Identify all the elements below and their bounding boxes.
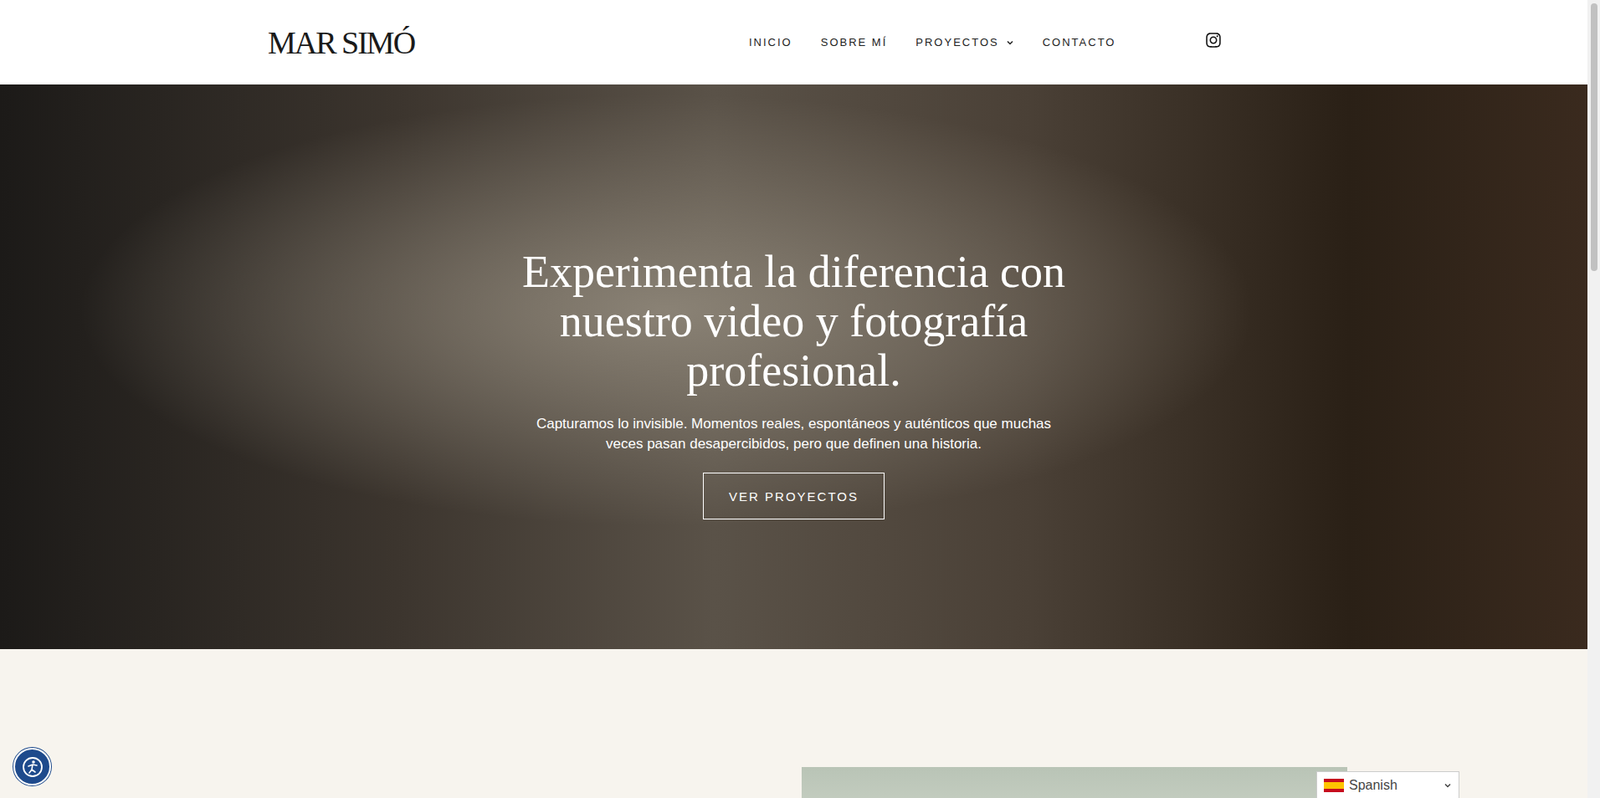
hero-subtitle: Capturamos lo invisible. Momentos reales…: [536, 414, 1052, 455]
hero-title: Experimenta la diferencia connuestro vid…: [522, 247, 1066, 396]
site-header: MAR SIMÓINICIO SOBRE MÍ PROYECTOS CONTACTO: [0, 0, 1588, 85]
scrollbar[interactable]: [1587, 0, 1600, 798]
spain-flag-icon: [1323, 779, 1344, 793]
chevron-down-icon: [1005, 38, 1015, 47]
logo[interactable]: MAR SIMÓ: [267, 24, 749, 62]
chevron-down-icon: [1443, 781, 1452, 790]
instagram-link[interactable]: [1205, 31, 1222, 49]
photo: [801, 767, 1348, 798]
nav-item[interactable]: INICIO: [748, 35, 793, 49]
scrollbar-thumb[interactable]: [1590, 3, 1598, 272]
nav-item[interactable]: CONTACTO: [1042, 35, 1117, 49]
instagram-icon: [1205, 31, 1222, 49]
accessibility-icon: [20, 755, 45, 780]
content-row: [240, 767, 1348, 798]
page: MAR SIMÓINICIO SOBRE MÍ PROYECTOS CONTACTO E…: [0, 0, 1600, 798]
view-projects-button[interactable]: VER PROYECTOS: [702, 472, 885, 520]
nav-item[interactable]: PROYECTOS: [915, 35, 1014, 49]
main-nav: INICIO SOBRE MÍ PROYECTOS CONTACTO: [748, 35, 1116, 49]
nav-item[interactable]: SOBRE MÍ: [820, 35, 888, 49]
accessibility-button[interactable]: [13, 748, 52, 786]
language-selector[interactable]: Spanish: [1316, 771, 1460, 798]
hero: Experimenta la diferencia connuestro vid…: [0, 84, 1588, 650]
